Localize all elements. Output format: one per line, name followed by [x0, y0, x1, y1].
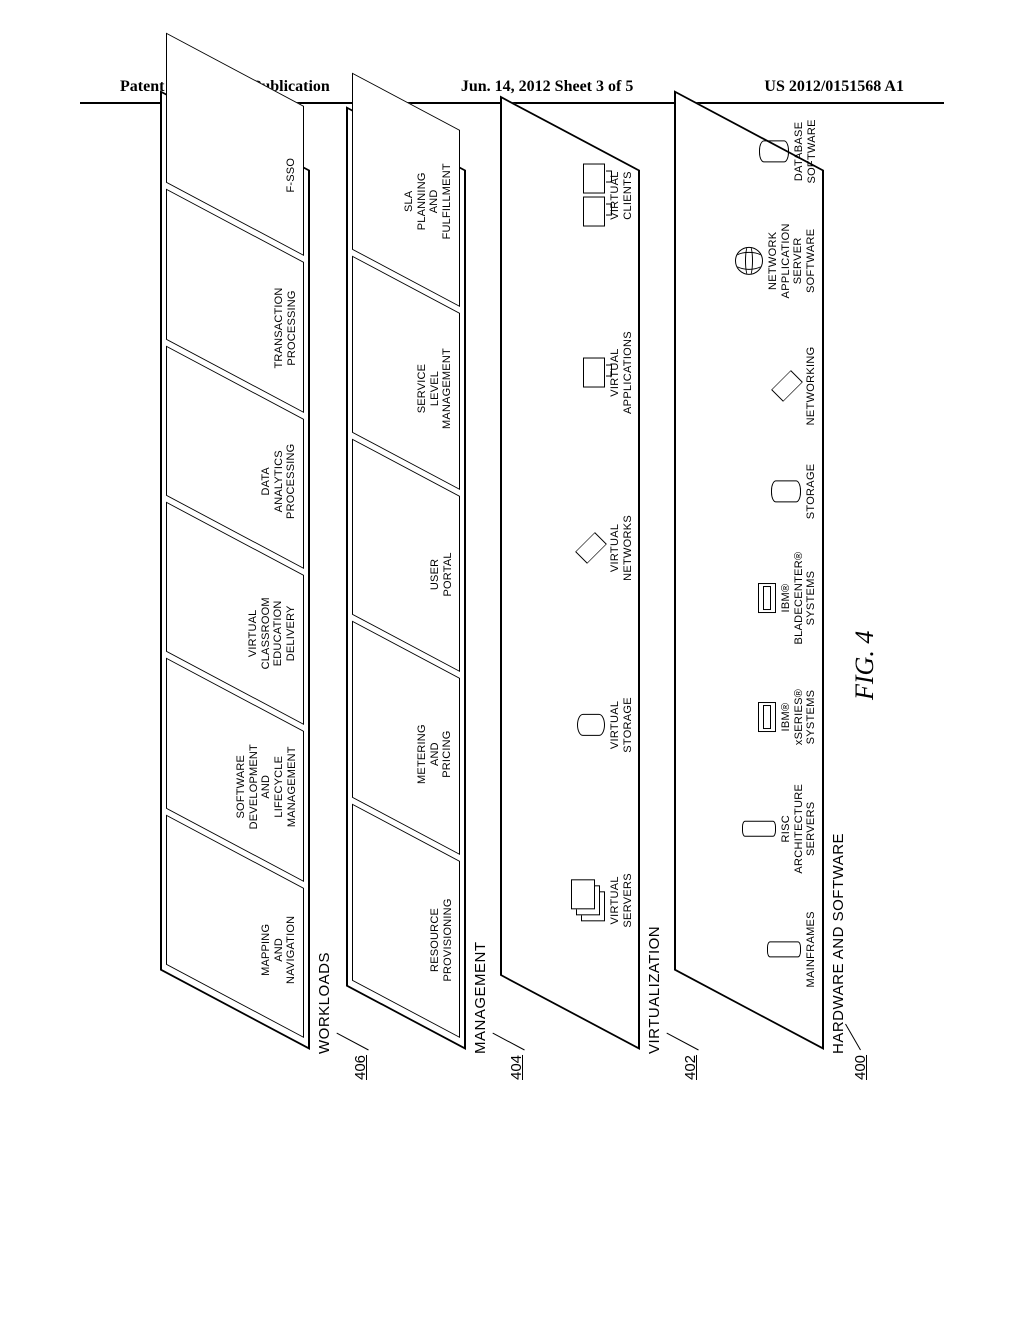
ref-402: 402	[682, 1055, 699, 1080]
header-right: US 2012/0151568 A1	[764, 78, 904, 96]
cell-text: METERINGANDPRICING	[412, 722, 459, 786]
tile-virtual-applications: VIRTUALAPPLICATIONS	[583, 312, 634, 432]
storage-hw-icon	[771, 480, 801, 502]
tile-cap: NETWORKING	[805, 347, 818, 426]
label-workloads: WORKLOADS	[316, 952, 333, 1054]
servers-icon	[571, 880, 605, 922]
risc-icon	[742, 821, 776, 837]
label-management: MANAGEMENT	[472, 941, 489, 1054]
tile-cap: VIRTUALSTORAGE	[609, 697, 634, 753]
tile-cap: DATABASESOFTWARE	[793, 119, 818, 183]
figure-caption: FIG. 4	[850, 631, 880, 700]
tile-network-app-server: NETWORKAPPLICATIONSERVERSOFTWARE	[735, 211, 818, 311]
label-hardware-software: HARDWARE AND SOFTWARE	[830, 833, 847, 1054]
tile-bladecenter: IBM®BLADECENTER®SYSTEMS	[758, 548, 818, 648]
cell-text: DATAANALYTICSPROCESSING	[256, 441, 303, 520]
workloads-cells: MAPPINGANDNAVIGATION SOFTWAREDEVELOPMENT…	[166, 33, 304, 1038]
tile-storage: STORAGE	[771, 451, 818, 531]
cell-text: SOFTWAREDEVELOPMENTANDLIFECYCLEMANAGEMEN…	[231, 742, 303, 831]
cell-text: SLAPLANNINGANDFULFILLMENT	[399, 162, 459, 242]
tile-mainframes: MAINFRAMES	[767, 904, 818, 994]
app-icon	[583, 357, 605, 387]
cell-text: F-SSO	[281, 156, 303, 195]
cell-text: USERPORTAL	[425, 550, 459, 598]
label-virtualization: VIRTUALIZATION	[646, 926, 663, 1054]
ref-406: 406	[352, 1055, 369, 1080]
ref-400: 400	[852, 1055, 869, 1080]
figure-viewport: MAPPINGANDNAVIGATION SOFTWAREDEVELOPMENT…	[160, 160, 860, 1160]
tile-database-software: DATABASESOFTWARE	[759, 106, 818, 196]
layer-management: RESOURCEPROVISIONING METERINGANDPRICING …	[346, 170, 466, 1050]
cell-text: RESOURCEPROVISIONING	[425, 896, 459, 983]
layer-virtualization: VIRTUALSERVERS VIRTUALSTORAGE VIRTUALNET…	[500, 170, 640, 1050]
tile-xseries: IBM®xSERIES®SYSTEMS	[758, 669, 818, 765]
ref-400-tick	[845, 1024, 861, 1050]
figure-4: MAPPINGANDNAVIGATION SOFTWAREDEVELOPMENT…	[160, 160, 860, 1160]
mainframe-icon	[767, 941, 801, 957]
tile-virtual-storage: VIRTUALSTORAGE	[577, 665, 634, 785]
tile-cap: VIRTUALSERVERS	[609, 873, 634, 927]
tile-cap: VIRTUALCLIENTS	[609, 171, 634, 220]
tile-cap: IBM®BLADECENTER®SYSTEMS	[780, 552, 818, 645]
cell-text: MAPPINGANDNAVIGATION	[256, 914, 303, 986]
tile-cap: IBM®xSERIES®SYSTEMS	[780, 689, 818, 745]
tile-cap: NETWORKAPPLICATIONSERVERSOFTWARE	[767, 223, 818, 298]
xseries-icon	[758, 702, 776, 732]
tile-networking: NETWORKING	[773, 341, 818, 431]
layer-hardware-software: MAINFRAMES RISCARCHITECTURESERVERS IBM®x…	[674, 170, 824, 1050]
management-cells: RESOURCEPROVISIONING METERINGANDPRICING …	[352, 73, 460, 1038]
clients-icon	[583, 164, 605, 227]
tile-virtual-networks: VIRTUALNETWORKS	[577, 488, 634, 608]
network-icon	[575, 532, 607, 564]
tile-cap: VIRTUALNETWORKS	[609, 515, 634, 581]
tile-virtual-servers: VIRTUALSERVERS	[571, 841, 634, 961]
bladecenter-icon	[758, 583, 776, 613]
cell-text: SERVICELEVELMANAGEMENT	[412, 346, 459, 431]
cell-text: VIRTUALCLASSROOMEDUCATIONDELIVERY	[243, 596, 303, 672]
tile-virtual-clients: VIRTUALCLIENTS	[583, 135, 634, 255]
ref-404: 404	[508, 1055, 525, 1080]
tile-cap: STORAGE	[805, 464, 818, 520]
globe-icon	[735, 247, 763, 275]
hw-sw-tiles: MAINFRAMES RISCARCHITECTURESERVERS IBM®x…	[682, 40, 818, 1018]
layer-workloads: MAPPINGANDNAVIGATION SOFTWAREDEVELOPMENT…	[160, 170, 310, 1050]
networking-icon	[772, 371, 804, 403]
cell-text: TRANSACTIONPROCESSING	[269, 285, 303, 370]
tile-cap: RISCARCHITECTURESERVERS	[780, 784, 818, 874]
tile-cap: VIRTUALAPPLICATIONS	[609, 331, 634, 414]
virtualization-tiles: VIRTUALSERVERS VIRTUALSTORAGE VIRTUALNET…	[508, 53, 634, 1006]
tile-risc-servers: RISCARCHITECTURESERVERS	[742, 781, 818, 877]
database-icon	[759, 140, 789, 162]
storage-icon	[577, 714, 605, 736]
tile-cap: MAINFRAMES	[805, 911, 818, 987]
